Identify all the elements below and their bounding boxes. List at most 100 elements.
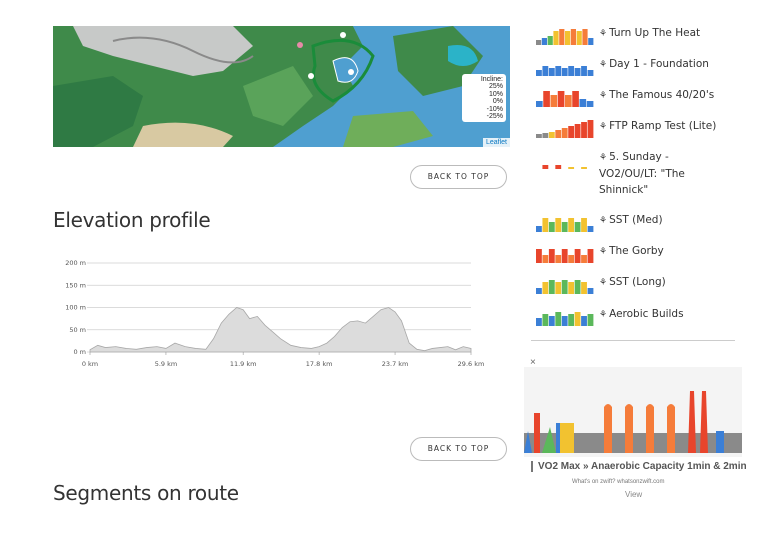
workout-interval-bar — [536, 70, 542, 76]
workout-title[interactable]: ⚘ The Gorby — [599, 243, 729, 260]
workout-interval-bar — [553, 31, 559, 45]
workout-title-text: SST (Long) — [609, 276, 666, 288]
y-tick-label: 100 m — [65, 304, 86, 312]
workout-interval-bar — [587, 70, 594, 76]
workout-interval-bar — [557, 91, 565, 107]
bike-icon: ⚘ — [599, 60, 608, 70]
bike-icon: ⚘ — [599, 216, 608, 226]
workout-interval-bar — [548, 316, 555, 326]
workout-interval-bar — [547, 36, 553, 45]
workout-interval-bar — [536, 40, 542, 45]
workout-interval-bar — [542, 218, 549, 232]
workout-interval-bar — [536, 226, 542, 232]
workout-title-text: The Gorby — [609, 245, 664, 257]
bike-icon: ⚘ — [599, 91, 608, 101]
workout-title[interactable]: ⚘ Day 1 - Foundation — [599, 56, 729, 73]
workout-interval-bar — [561, 316, 568, 326]
workout-graph-thumbnail — [542, 165, 587, 169]
workout-interval-bar — [586, 101, 594, 107]
legend-value: 25% — [488, 83, 503, 91]
workout-interval-bar — [568, 314, 575, 326]
bike-icon: ⚘ — [599, 153, 608, 163]
workout-title[interactable]: ⚘ Aerobic Builds — [599, 306, 729, 323]
workout-interval-bar — [550, 95, 558, 107]
workout-interval-bar — [572, 91, 579, 107]
workout-interval-bar — [574, 124, 581, 138]
route-map[interactable]: Incline: 25% 10% 0% -10% -25% Leaflet — [53, 26, 510, 147]
workout-interval-bar — [561, 222, 568, 232]
y-tick-label: 0 m — [73, 348, 86, 356]
workout-title-text: The Famous 40/20's — [609, 89, 715, 101]
workout-interval-bar — [568, 255, 575, 263]
workout-interval-bar — [555, 312, 562, 326]
y-tick-label: 150 m — [65, 281, 86, 289]
segments-heading: Segments on route — [53, 481, 239, 505]
workout-interval-bar — [548, 280, 555, 294]
workout-title-text: FTP Ramp Test (Lite) — [609, 120, 717, 132]
ad-subtitle: What's on zwift? whatsonzwift.com — [572, 479, 665, 485]
workout-title[interactable]: ⚘ FTP Ramp Test (Lite) — [599, 118, 729, 135]
back-to-top-button[interactable]: BACK TO TOP — [410, 437, 507, 461]
workout-interval-bar — [542, 165, 549, 169]
elevation-chart: 200 m 150 m 100 m 50 m 0 m 0 km 5.9 km 11.9 km 1… — [65, 259, 484, 368]
workout-interval-bar — [581, 167, 587, 169]
workout-interval-bar — [565, 31, 571, 45]
workout-interval-bar — [536, 318, 542, 326]
x-tick-label: 23.7 km — [382, 360, 409, 368]
workout-interval-bar — [542, 314, 549, 326]
y-tick-label: 50 m — [69, 326, 86, 334]
legend-value: -10% — [486, 105, 503, 113]
ad-workout-graph[interactable] — [524, 367, 742, 457]
workout-title[interactable]: ⚘ Turn Up The Heat — [599, 25, 729, 42]
workout-interval-bar — [555, 66, 562, 76]
workout-interval-bar — [587, 249, 594, 263]
y-tick-label: 200 m — [65, 259, 86, 267]
leaflet-attribution-link[interactable]: Leaflet — [482, 138, 510, 147]
incline-legend: Incline: 25% 10% 0% -10% -25% — [462, 74, 506, 123]
workout-interval-bar — [555, 255, 562, 263]
view-link[interactable]: View — [625, 490, 642, 499]
workout-graph-thumbnail — [536, 66, 594, 76]
workout-interval-bar — [570, 29, 576, 45]
workout-interval-bar — [561, 280, 568, 294]
map-tiles — [53, 26, 510, 147]
bike-icon: ⚘ — [599, 29, 608, 39]
x-tick-label: 0 km — [82, 360, 98, 368]
workout-interval-bar — [565, 95, 572, 107]
workout-title[interactable]: ⚘ The Famous 40/20's — [599, 87, 729, 104]
workout-title-text: 5. Sunday - VO2/OU/LT: "The Shinnick" — [599, 151, 685, 196]
workout-interval-bar — [574, 249, 581, 263]
x-tick-label: 17.8 km — [306, 360, 333, 368]
workout-interval-bar — [561, 249, 568, 263]
workout-interval-bar — [559, 29, 565, 45]
workout-title[interactable]: ⚘ SST (Long) — [599, 274, 729, 291]
ad-title[interactable]: VO2 Max » Anaerobic Capacity 1min & 2min — [531, 461, 747, 472]
workout-interval-bar — [568, 167, 575, 169]
workout-interval-bar — [548, 132, 555, 138]
workout-title-text: Day 1 - Foundation — [609, 58, 709, 70]
workout-interval-bar — [536, 288, 542, 294]
workout-title[interactable]: ⚘ 5. Sunday - VO2/OU/LT: "The Shinnick" — [599, 149, 729, 198]
workout-interval-bar — [581, 255, 587, 263]
legend-value: -25% — [486, 113, 503, 121]
workout-interval-bar — [588, 38, 594, 45]
workout-interval-bar — [587, 226, 594, 232]
back-to-top-button[interactable]: BACK TO TOP — [410, 165, 507, 189]
workout-interval-bar — [581, 282, 587, 294]
workout-interval-bar — [587, 314, 594, 326]
workout-interval-bar — [568, 218, 575, 232]
legend-title: Incline: — [480, 76, 503, 83]
workout-interval-bar — [536, 249, 542, 263]
workout-graph-thumbnail — [536, 218, 594, 232]
workout-interval-bar — [548, 222, 555, 232]
workout-interval-bar — [581, 122, 587, 138]
bike-icon: ⚘ — [599, 278, 608, 288]
workout-graph-thumbnail — [536, 249, 594, 263]
bike-icon: ⚘ — [599, 247, 608, 257]
workout-interval-bar — [581, 66, 587, 76]
workout-interval-bar — [536, 134, 542, 138]
bike-icon: ⚘ — [599, 122, 608, 132]
workout-interval-bar — [561, 68, 568, 76]
workout-title[interactable]: ⚘ SST (Med) — [599, 212, 729, 229]
legend-value: 10% — [488, 90, 503, 98]
